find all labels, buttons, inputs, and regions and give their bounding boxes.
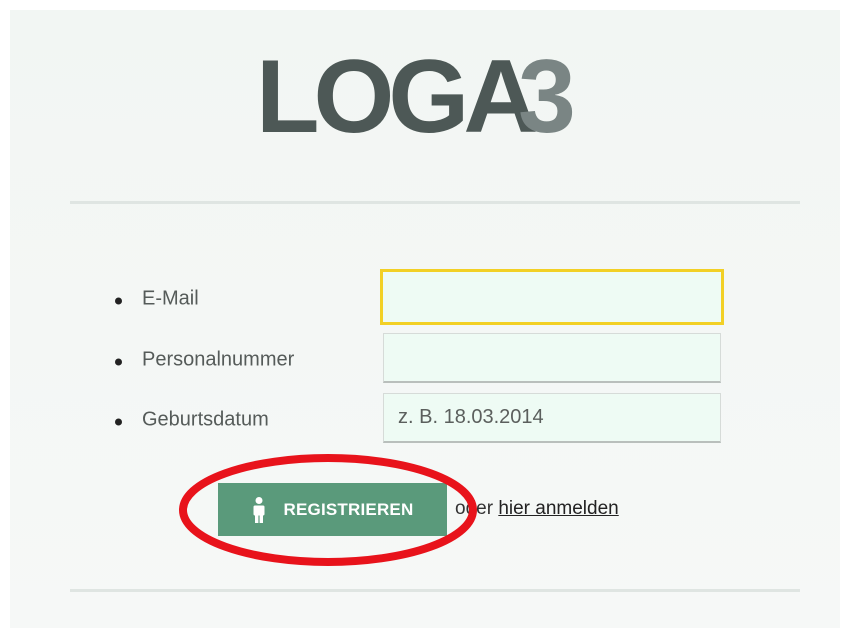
personal-number-label: Personalnummer [115, 349, 294, 372]
person-icon [253, 496, 265, 523]
email-label-text: E-Mail [142, 287, 199, 310]
logo-text-accent: 3 [518, 46, 576, 146]
personal-number-row: Personalnummer [115, 333, 730, 387]
bullet-icon [115, 358, 122, 366]
email-row: E-Mail [115, 269, 730, 326]
birth-date-label-text: Geburtsdatum [142, 408, 269, 431]
page: LOGA 3 E-Mail Personalnummer Geburtsdatu… [0, 0, 844, 628]
top-divider [70, 201, 800, 204]
or-text: oder [455, 498, 494, 519]
bullet-icon [115, 418, 122, 426]
login-link[interactable]: hier anmelden [498, 498, 618, 519]
bullet-icon [115, 297, 122, 305]
personal-number-label-text: Personalnummer [142, 348, 295, 371]
birth-date-row: Geburtsdatum [115, 393, 730, 447]
loga3-logo: LOGA 3 [256, 46, 576, 146]
birth-date-field[interactable] [383, 393, 721, 443]
email-field[interactable] [380, 269, 724, 325]
personal-number-field[interactable] [383, 333, 721, 383]
login-prompt: oder hier anmelden [455, 498, 619, 520]
bottom-divider [70, 589, 800, 592]
register-button-label: REGISTRIEREN [283, 499, 414, 519]
register-button[interactable]: REGISTRIEREN [218, 483, 447, 536]
email-label: E-Mail [115, 288, 199, 311]
logo-text-main: LOGA [256, 46, 536, 146]
birth-date-label: Geburtsdatum [115, 409, 269, 432]
